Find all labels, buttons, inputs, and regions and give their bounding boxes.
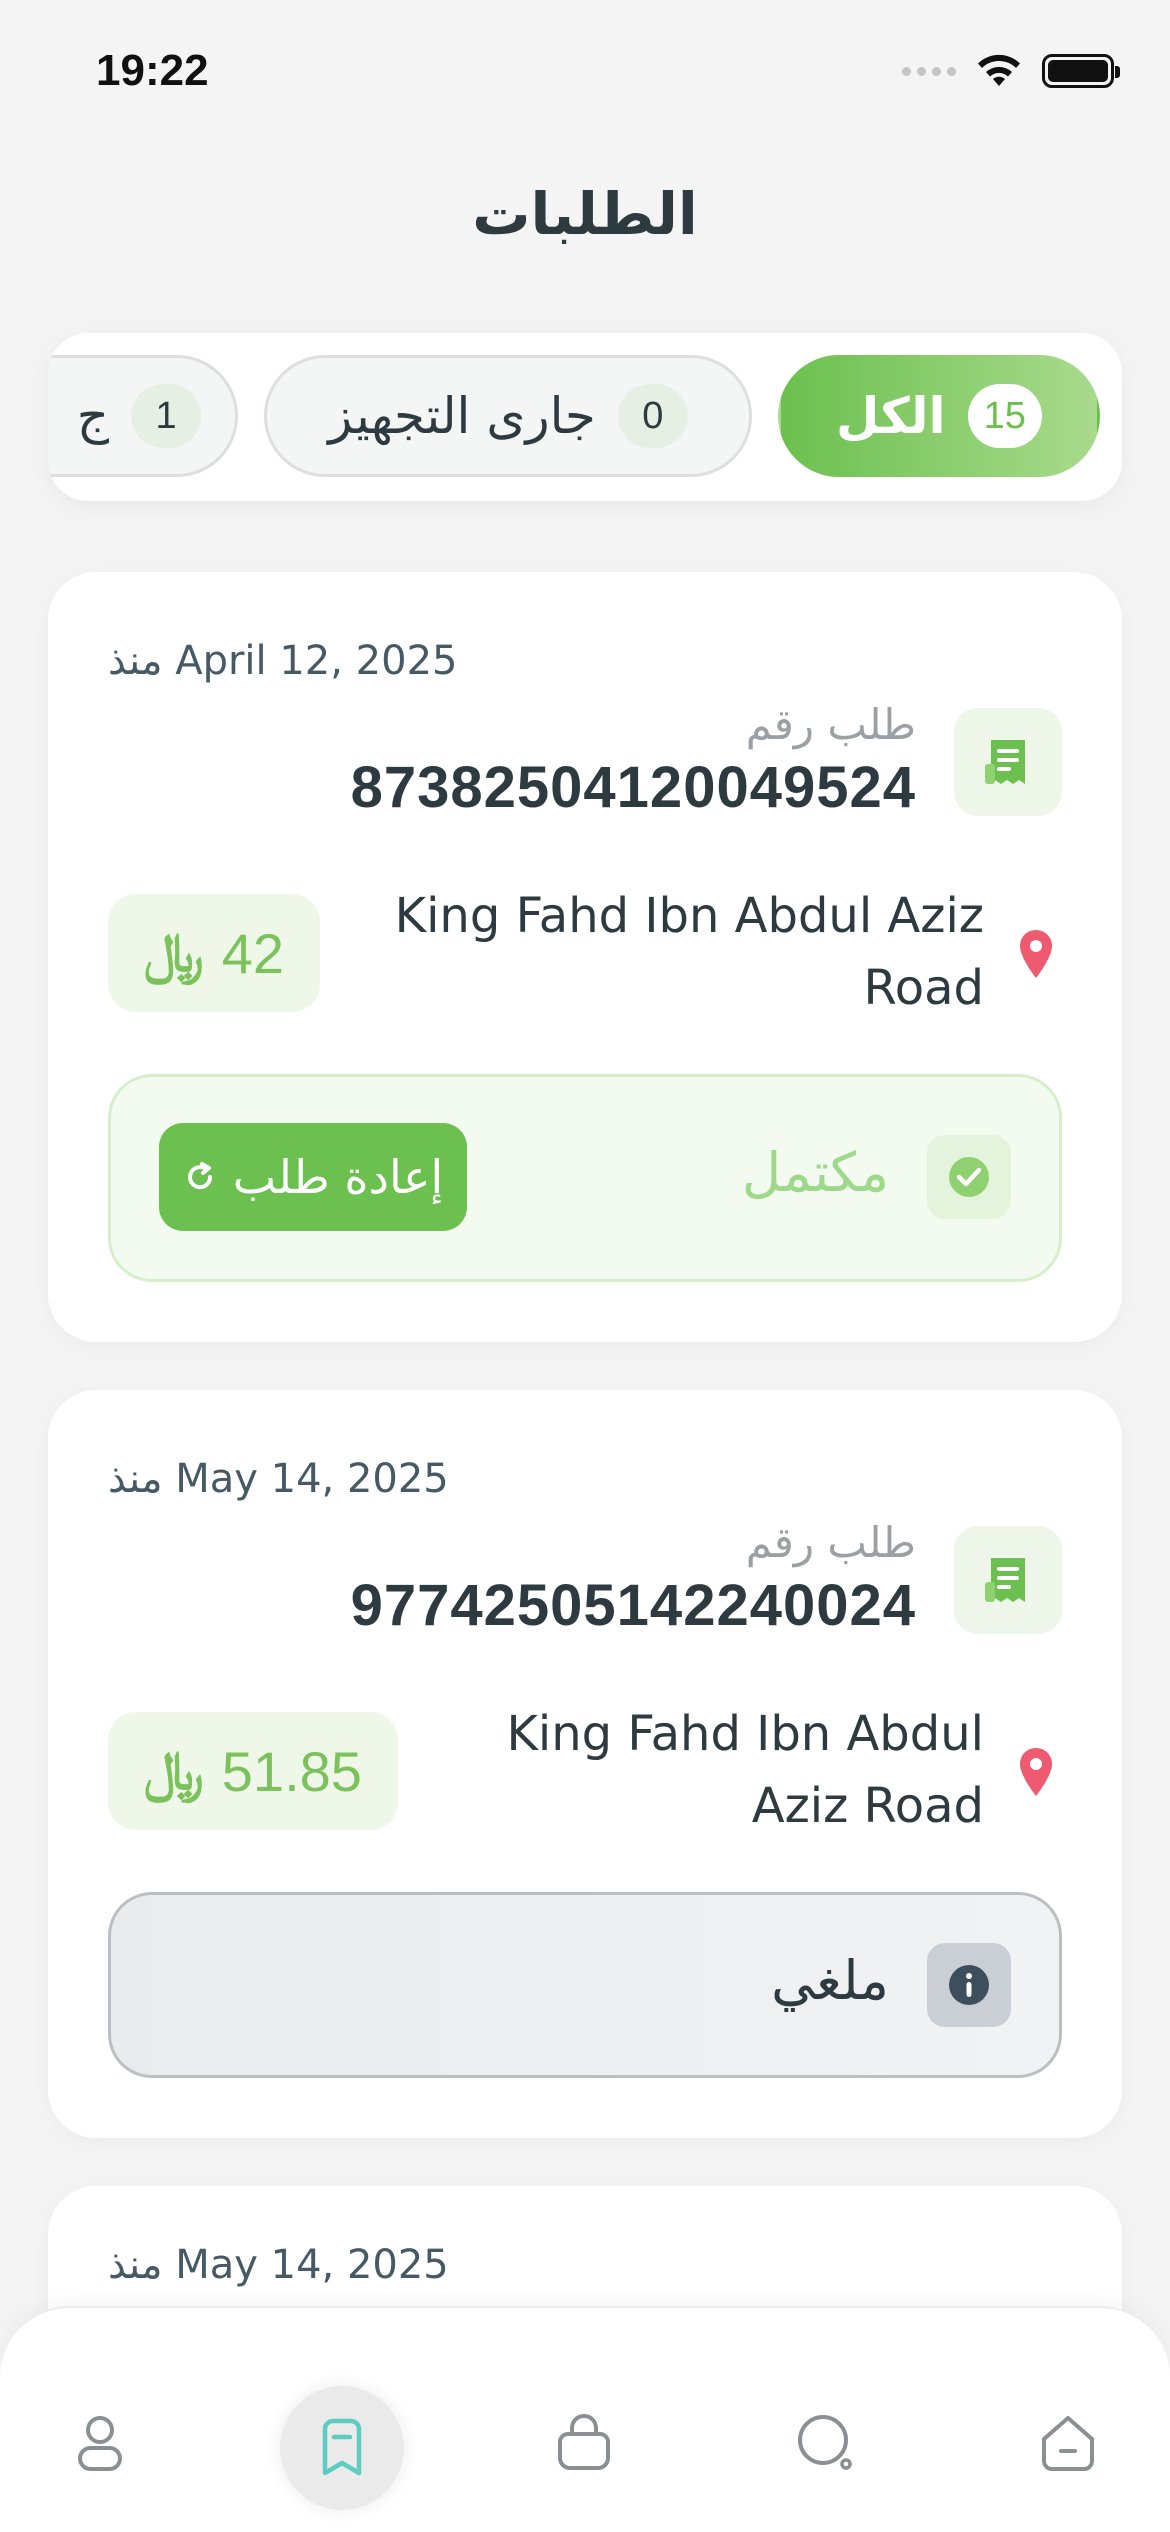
price-value: 51.85 — [221, 1739, 362, 1803]
order-date: منذ April 12, 2025 — [108, 638, 458, 684]
nav-cart[interactable] — [549, 2408, 619, 2478]
receipt-icon — [954, 708, 1062, 816]
tab-label: جارى التجهيز — [328, 387, 596, 445]
tab-count-badge: 0 — [617, 384, 688, 448]
orders-screen: 19:22 الطلبات الكل 15 جارى التجهيز 0 ج 1… — [0, 0, 1170, 2532]
nav-search[interactable] — [791, 2408, 861, 2478]
receipt-icon — [954, 1526, 1062, 1634]
page-title: الطلبات — [472, 180, 698, 248]
order-number: 97742505142240024 — [350, 1573, 916, 1638]
status-label: ملغي — [771, 1949, 889, 2012]
tab-preparing[interactable]: جارى التجهيز 0 — [264, 355, 752, 477]
tab-count-badge: 15 — [967, 384, 1042, 448]
bag-icon — [558, 2414, 610, 2470]
battery-icon — [1042, 54, 1120, 88]
reorder-button[interactable]: إعادة طلب — [159, 1123, 467, 1231]
price-value: 42 — [221, 921, 285, 985]
nav-profile[interactable] — [65, 2408, 135, 2478]
order-number-label: طلب رقم — [745, 700, 916, 749]
tab-all[interactable]: الكل 15 — [778, 355, 1100, 477]
delivery-address: King Fahd Ibn Abdul Aziz Road — [506, 1706, 984, 1834]
order-price: ﷼ 42 — [108, 894, 321, 1012]
order-date: منذ May 14, 2025 — [108, 2242, 449, 2288]
order-date: منذ May 14, 2025 — [108, 1456, 449, 1502]
cellular-signal-icon — [902, 66, 956, 76]
bottom-navigation — [0, 2306, 1170, 2532]
order-card[interactable]: منذ April 12, 2025 طلب رقم 8738250412004… — [48, 572, 1122, 1342]
delivery-address: King Fahd Ibn Abdul Aziz Road — [394, 888, 984, 1016]
status-icons — [902, 52, 1120, 90]
check-circle-icon — [927, 1135, 1011, 1219]
location-pin-icon — [1020, 1748, 1052, 1796]
order-card[interactable]: منذ May 14, 2025 طلب رقم 977425051422400… — [48, 1390, 1122, 2138]
order-status-completed: مكتمل إعادة طلب — [108, 1074, 1062, 1282]
order-price: ﷼ 51.85 — [108, 1712, 398, 1830]
riyal-currency-icon: ﷼ — [144, 921, 204, 984]
nav-home[interactable] — [1033, 2408, 1103, 2478]
order-number-label: طلب رقم — [745, 1518, 916, 1567]
info-icon — [927, 1943, 1011, 2027]
wifi-icon — [978, 54, 1020, 86]
home-icon — [1042, 2416, 1094, 2471]
nav-orders[interactable] — [280, 2386, 404, 2510]
status-label: مكتمل — [741, 1141, 889, 1204]
orders-icon — [322, 2418, 362, 2476]
tab-label: الكل — [836, 387, 946, 445]
tab-count-badge: 1 — [131, 384, 201, 448]
order-status-cancelled: ملغي — [108, 1892, 1062, 2078]
search-icon — [798, 2415, 852, 2470]
location-pin-icon — [1020, 930, 1052, 978]
riyal-currency-icon: ﷼ — [144, 1739, 204, 1802]
reorder-label: إعادة طلب — [232, 1150, 444, 1204]
status-bar: 19:22 — [0, 0, 1170, 150]
filter-tabs: الكل 15 جارى التجهيز 0 ج 1 — [48, 333, 1122, 501]
order-number: 87382504120049524 — [350, 755, 916, 820]
tab-label: ج — [76, 387, 109, 445]
refresh-icon — [187, 1162, 212, 1190]
status-time: 19:22 — [96, 46, 209, 95]
profile-icon — [78, 2416, 122, 2471]
tab-partial[interactable]: ج 1 — [48, 355, 238, 477]
